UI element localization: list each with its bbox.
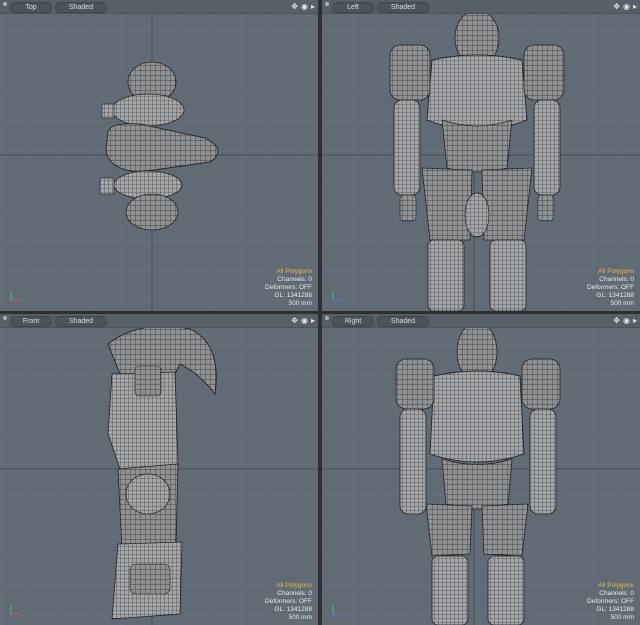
channels-label: Channels: 0: [277, 276, 312, 283]
view-type-dropdown[interactable]: Left: [332, 2, 374, 13]
viewport-menu-icon[interactable]: [325, 316, 329, 320]
viewport-info: All Polygons Channels: 0 Deformers: OFF …: [587, 268, 634, 308]
viewport-header: Front Shaded ✥ ◉ ▸: [0, 314, 318, 328]
viewport-info: All Polygons Channels: 0 Deformers: OFF …: [265, 582, 312, 622]
viewport-canvas[interactable]: [322, 314, 640, 625]
viewport-menu-icon[interactable]: [3, 2, 7, 6]
viewport-info: All Polygons Channels: 0 Deformers: OFF …: [265, 268, 312, 308]
shading-dropdown[interactable]: Shaded: [377, 316, 429, 327]
shading-dropdown[interactable]: Shaded: [55, 2, 107, 13]
expand-icon[interactable]: ▸: [311, 1, 315, 12]
viewport-header: Right Shaded ✥ ◉ ▸: [322, 314, 640, 328]
expand-icon[interactable]: ▸: [311, 315, 315, 326]
axis-gizmo-icon: [332, 605, 342, 615]
deformers-label: Deformers: OFF: [265, 284, 312, 291]
deformers-label: Deformers: OFF: [587, 598, 634, 605]
viewport-canvas[interactable]: [0, 0, 318, 311]
gl-count-label: GL: 1341288: [596, 292, 634, 299]
move-icon[interactable]: ✥: [613, 315, 620, 326]
move-icon[interactable]: ✥: [291, 1, 298, 12]
viewport-menu-icon[interactable]: [325, 2, 329, 6]
viewport-header: Top Shaded ✥ ◉ ▸: [0, 0, 318, 14]
move-icon[interactable]: ✥: [291, 315, 298, 326]
zoom-icon[interactable]: ◉: [301, 1, 308, 12]
expand-icon[interactable]: ▸: [633, 315, 637, 326]
channels-label: Channels: 0: [599, 276, 634, 283]
selection-mode-label: All Polygons: [276, 268, 312, 275]
move-icon[interactable]: ✥: [613, 1, 620, 12]
shading-dropdown[interactable]: Shaded: [377, 2, 429, 13]
view-type-dropdown[interactable]: Top: [10, 2, 52, 13]
selection-mode-label: All Polygons: [598, 268, 634, 275]
viewport-menu-icon[interactable]: [3, 316, 7, 320]
expand-icon[interactable]: ▸: [633, 1, 637, 12]
gl-count-label: GL: 1341288: [274, 292, 312, 299]
channels-label: Channels: 0: [277, 590, 312, 597]
axis-gizmo-icon: [332, 291, 342, 301]
shading-dropdown[interactable]: Shaded: [55, 316, 107, 327]
viewport-grid: Top Shaded ✥ ◉ ▸ All Polygons Channels: 0 …: [0, 0, 640, 625]
deformers-label: Deformers: OFF: [265, 598, 312, 605]
viewport-left[interactable]: Left Shaded ✥ ◉ ▸ All Polygons Channels: 0…: [322, 0, 640, 311]
view-type-dropdown[interactable]: Front: [10, 316, 52, 327]
view-type-dropdown[interactable]: Right: [332, 316, 374, 327]
zoom-icon[interactable]: ◉: [623, 1, 630, 12]
axis-gizmo-icon: [10, 291, 20, 301]
viewport-front[interactable]: Front Shaded ✥ ◉ ▸ All Polygons Channels: …: [0, 314, 318, 625]
viewport-canvas[interactable]: [322, 0, 640, 311]
gl-count-label: GL: 1341288: [596, 606, 634, 613]
grid-scale-label: 500 mm: [288, 300, 312, 307]
zoom-icon[interactable]: ◉: [623, 315, 630, 326]
deformers-label: Deformers: OFF: [587, 284, 634, 291]
viewport-top[interactable]: Top Shaded ✥ ◉ ▸ All Polygons Channels: 0 …: [0, 0, 318, 311]
selection-mode-label: All Polygons: [276, 582, 312, 589]
axis-gizmo-icon: [10, 605, 20, 615]
viewport-info: All Polygons Channels: 0 Deformers: OFF …: [587, 582, 634, 622]
gl-count-label: GL: 1341288: [274, 606, 312, 613]
viewport-header: Left Shaded ✥ ◉ ▸: [322, 0, 640, 14]
selection-mode-label: All Polygons: [598, 582, 634, 589]
zoom-icon[interactable]: ◉: [301, 315, 308, 326]
viewport-right[interactable]: Right Shaded ✥ ◉ ▸ All Polygons Channels: …: [322, 314, 640, 625]
grid-scale-label: 500 mm: [610, 300, 634, 307]
grid-scale-label: 500 mm: [288, 614, 312, 621]
grid-scale-label: 500 mm: [610, 614, 634, 621]
viewport-canvas[interactable]: [0, 314, 318, 625]
channels-label: Channels: 0: [599, 590, 634, 597]
